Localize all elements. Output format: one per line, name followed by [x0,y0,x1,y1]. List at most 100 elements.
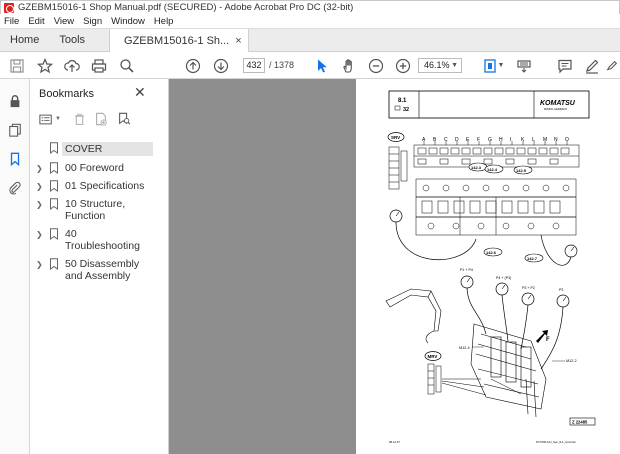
bookmark-label: 40 Troubleshooting [65,228,140,252]
bookmark-flag-icon [50,142,58,154]
zoom-out-icon[interactable] [367,57,384,74]
main-valve-block [415,178,577,236]
menu-window[interactable]: Window [111,16,145,27]
bookmark-00-foreword[interactable]: ❯ 00 Foreword [30,159,169,177]
title-bar: GZEBM15016-1 Shop Manual.pdf (SECURED) -… [0,0,620,14]
save-icon[interactable] [8,57,25,74]
svg-text:I: I [510,137,511,143]
print-icon[interactable] [90,57,107,74]
svg-text:MRV: MRV [428,354,438,359]
svg-text:142.4: 142.4 [487,167,498,172]
sign-icon[interactable] [605,57,619,74]
close-icon[interactable]: ✕ [134,84,146,101]
bookmark-flag-icon [50,162,58,174]
svg-text:142.7: 142.7 [527,256,538,261]
pressure-gauges [460,275,570,308]
tab-home[interactable]: Home [0,29,49,51]
bookmarks-toolbar: ▼ [39,111,164,129]
svg-text:142.6: 142.6 [486,250,497,255]
chevron-right-icon[interactable]: ❯ [36,180,46,191]
tab-bar: Home Tools GZEBM15016-1 Sh... × [0,28,620,52]
bookmark-star-icon[interactable] [36,57,53,74]
bookmark-flag-icon [50,180,58,192]
bookmark-01-specifications[interactable]: ❯ 01 Specifications [30,177,169,195]
column-letters: A B C D E F G H I K L M N O [422,137,569,143]
hand-tool-icon[interactable] [340,57,357,74]
lock-icon[interactable] [7,93,23,109]
svg-text:P4 + (P3): P4 + (P3) [496,276,511,280]
share-upload-icon[interactable] [63,57,80,74]
bookmark-flag-icon [50,228,58,240]
menu-sign[interactable]: Sign [83,16,102,27]
bookmark-label: COVER [62,142,153,156]
bookmark-label: 01 Specifications [65,180,145,192]
bookmark-label: 50 Disassembly and Assembly [65,258,140,282]
menu-view[interactable]: View [54,16,74,27]
document-viewport[interactable]: 8.1 32 KOMATSU MINING GERMANY A B C D E … [169,79,620,454]
svg-text:142.3: 142.3 [471,165,482,170]
mrv-valve-stack [427,363,442,395]
svg-text:P1 + P4: P1 + P4 [460,268,473,272]
window-title: GZEBM15016-1 Shop Manual.pdf (SECURED) -… [18,2,354,13]
chevron-down-icon[interactable]: ▼ [497,57,505,74]
technical-diagram: 8.1 32 KOMATSU MINING GERMANY A B C D E … [385,90,596,444]
menu-edit[interactable]: Edit [28,16,44,27]
previous-page-icon[interactable] [184,57,201,74]
highlight-pen-icon[interactable] [583,57,600,74]
menu-file[interactable]: File [4,16,19,27]
pdf-page: 8.1 32 KOMATSU MINING GERMANY A B C D E … [356,79,620,454]
bookmark-flag-icon [50,198,58,210]
bookmark-label: 00 Foreword [65,162,124,174]
new-bookmark-icon[interactable] [93,111,109,127]
chevron-right-icon[interactable]: ❯ [36,258,46,269]
chevron-right-icon[interactable]: ❯ [36,228,46,239]
komatsu-logo: KOMATSU [540,100,576,107]
next-page-icon[interactable] [212,57,229,74]
svg-text:P3: P3 [559,288,563,292]
excavator-arm-sketch [385,288,442,344]
zoom-in-icon[interactable] [394,57,411,74]
upper-valve-row [413,144,580,168]
gauge-hose [395,221,477,261]
bookmark-label: 10 Structure, Function [65,198,126,222]
bookmark-cover[interactable]: COVER [30,139,169,159]
svg-text:142.5: 142.5 [516,168,527,173]
page-number-input[interactable]: 432 [243,58,265,73]
bookmark-flag-icon [50,258,58,270]
delete-bookmark-icon[interactable] [72,111,86,127]
page-total: / 1378 [269,60,295,70]
select-cursor-icon[interactable] [313,57,330,74]
zoom-level-select[interactable]: 46.1% ▼ [418,58,462,73]
tab-document-label: GZEBM15016-1 Sh... [124,34,230,47]
acrobat-app-icon [4,2,14,13]
tab-tools[interactable]: Tools [49,29,95,51]
chevron-right-icon[interactable]: ❯ [36,198,46,209]
chevron-down-icon: ▼ [451,62,458,69]
svg-text:M12.2: M12.2 [566,359,577,363]
footer-file: PC7000-6-D_Sec_8-1_rev0.doc [536,440,576,444]
scrolling-mode-icon[interactable] [515,57,532,74]
section-number: 8.1 [398,98,407,104]
chevron-right-icon[interactable]: ❯ [36,162,46,173]
chevron-down-icon: ▼ [55,116,61,122]
bookmark-40-troubleshooting[interactable]: ❯ 40 Troubleshooting [30,225,169,255]
bookmark-10-structure-function[interactable]: ❯ 10 Structure, Function [30,195,169,225]
menu-help[interactable]: Help [154,16,174,27]
attachments-paperclip-icon[interactable] [7,180,23,196]
close-tab-icon[interactable]: × [235,35,241,47]
left-navigation-rail [0,79,30,454]
find-bookmark-icon[interactable] [116,111,132,127]
svg-text:M12.4: M12.4 [459,346,470,350]
page-thumbnails-icon[interactable] [7,122,23,138]
options-menu-icon[interactable]: ▼ [39,111,61,127]
comment-icon[interactable] [556,57,573,74]
bookmarks-panel-icon[interactable] [7,151,23,167]
svg-text:P3 + P2: P3 + P2 [522,286,535,290]
komatsu-logo-sub: MINING GERMANY [544,107,567,111]
srv-valve-stack [388,146,408,190]
page-book-icon [394,105,401,111]
tab-document[interactable]: GZEBM15016-1 Sh... × [109,29,249,52]
find-zoom-icon[interactable] [118,57,135,74]
pressure-gauge [564,244,578,258]
bookmark-50-disassembly-assembly[interactable]: ❯ 50 Disassembly and Assembly [30,255,169,285]
